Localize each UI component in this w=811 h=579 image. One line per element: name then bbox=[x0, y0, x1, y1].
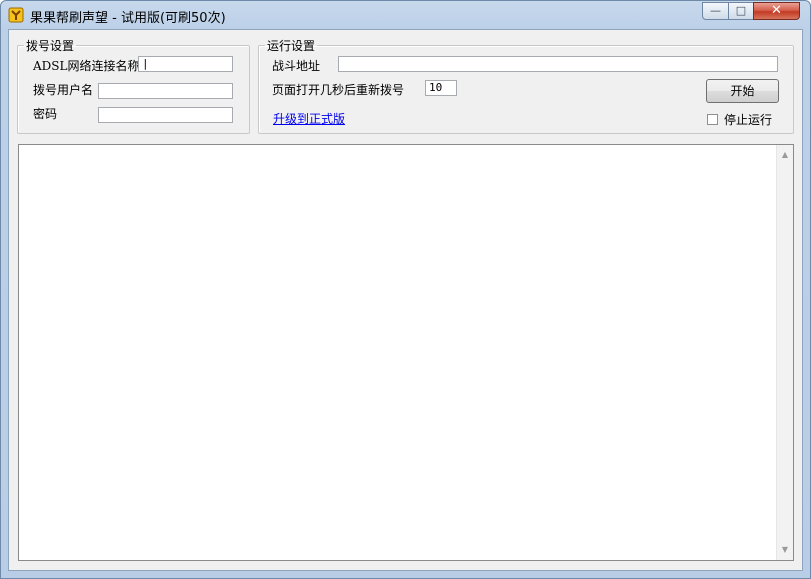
maximize-button[interactable]: □ bbox=[728, 2, 754, 20]
redial-seconds-label: 页面打开几秒后重新拨号 bbox=[272, 83, 405, 97]
scroll-up-icon[interactable]: ▲ bbox=[777, 147, 793, 163]
run-settings-legend: 运行设置 bbox=[267, 39, 316, 53]
dial-user-label: 拨号用户名 bbox=[33, 83, 94, 97]
app-logo-icon bbox=[8, 7, 24, 23]
upgrade-link[interactable]: 升级到正式版 bbox=[273, 110, 345, 127]
close-button[interactable]: ✕ bbox=[753, 2, 800, 20]
close-icon: ✕ bbox=[771, 3, 782, 18]
dial-settings-legend: 拨号设置 bbox=[26, 39, 75, 53]
log-textarea[interactable]: ▲ ▼ bbox=[18, 144, 794, 561]
stop-checkbox[interactable] bbox=[707, 114, 718, 125]
start-button[interactable]: 开始 bbox=[706, 79, 779, 103]
title-bar[interactable]: 果果帮刷声望 - 试用版(可刷50次) — □ ✕ bbox=[1, 1, 810, 29]
battle-url-label: 战斗地址 bbox=[272, 59, 321, 73]
password-label: 密码 bbox=[33, 107, 58, 121]
window-title: 果果帮刷声望 - 试用版(可刷50次) bbox=[30, 11, 226, 26]
maximize-icon: □ bbox=[735, 4, 747, 17]
password-input[interactable] bbox=[98, 107, 233, 123]
battle-url-input[interactable] bbox=[338, 56, 778, 72]
client-area: 拨号设置 ADSL网络连接名称 | 拨号用户名 密码 运行设置 战斗地址 页面打… bbox=[8, 29, 803, 571]
main-window: 果果帮刷声望 - 试用版(可刷50次) — □ ✕ 拨号设置 ADSL网络连接名… bbox=[0, 0, 811, 579]
scroll-down-icon[interactable]: ▼ bbox=[777, 542, 793, 558]
minimize-button[interactable]: — bbox=[702, 2, 729, 20]
redial-seconds-input[interactable]: 10 bbox=[425, 80, 457, 96]
adsl-name-input[interactable]: | bbox=[138, 56, 233, 72]
minimize-icon: — bbox=[710, 4, 721, 17]
adsl-name-label: ADSL网络连接名称 bbox=[33, 59, 140, 73]
stop-label: 停止运行 bbox=[724, 113, 773, 127]
dial-user-input[interactable] bbox=[98, 83, 233, 99]
log-scrollbar[interactable]: ▲ ▼ bbox=[776, 145, 793, 560]
